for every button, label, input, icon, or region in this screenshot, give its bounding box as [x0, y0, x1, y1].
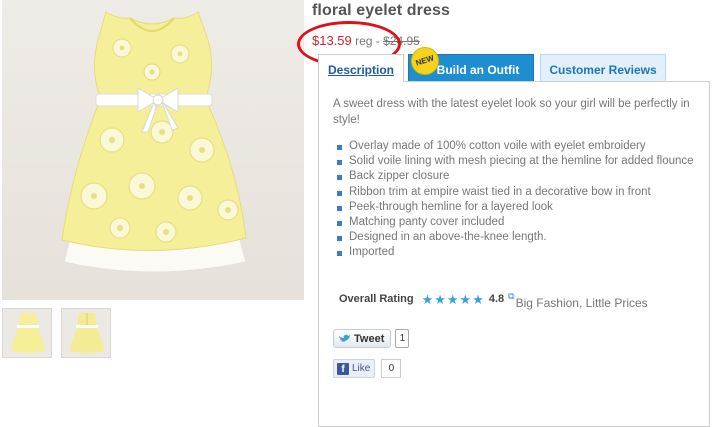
feature-text: Matching panty cover included: [349, 216, 505, 229]
overall-rating-label: Overall Rating: [339, 293, 414, 305]
list-item: Ribbon trim at empire waist tied in a de…: [333, 185, 703, 200]
list-item: Matching panty cover included: [333, 215, 703, 230]
bullet-icon: [337, 205, 342, 211]
product-main-image: [2, 0, 304, 300]
price-row: $13.59 reg - $24.95: [312, 33, 420, 48]
star-icon: ★: [472, 291, 484, 307]
bullet-icon: [337, 236, 342, 242]
tab-customer-reviews[interactable]: Customer Reviews: [540, 54, 666, 82]
bullet-icon: [337, 251, 342, 257]
thumbnail-back[interactable]: [61, 308, 111, 358]
tweet-widget: Tweet 1: [333, 329, 410, 348]
feature-list: Overlay made of 100% cotton voile with e…: [333, 139, 703, 261]
tweet-button[interactable]: Tweet: [333, 329, 392, 348]
star-icon: ★: [459, 291, 472, 307]
list-item: Peek-through hemline for a layered look: [333, 200, 703, 215]
facebook-like-widget: f Like 0: [333, 359, 402, 378]
facebook-icon: f: [337, 362, 349, 375]
bullet-icon: [337, 175, 342, 181]
list-item: Overlay made of 100% cotton voile with e…: [333, 139, 703, 154]
description-intro: A sweet dress with the latest eyelet loo…: [333, 98, 690, 126]
list-item: Imported: [333, 245, 703, 260]
sale-price: $13.59: [312, 33, 352, 48]
star-icon: ★: [421, 291, 434, 307]
twitter-bird-icon: [339, 334, 350, 342]
product-title: floral eyelet dress: [312, 2, 450, 19]
feature-text: Back zipper closure: [349, 170, 450, 183]
star-rating: ★ ★ ★ ★ ★: [422, 293, 484, 306]
feature-text: Designed in an above-the-knee length.: [349, 231, 547, 244]
feature-text: Imported: [349, 246, 395, 259]
rating-row: Overall Rating ★ ★ ★ ★ ★ 4.8 ⧉ Big Fashi…: [339, 291, 648, 311]
thumbnail-strip: [2, 308, 111, 358]
description-panel: A sweet dress with the latest eyelet loo…: [318, 81, 710, 427]
thumbnail-front[interactable]: [2, 308, 52, 358]
external-link-icon[interactable]: ⧉: [508, 291, 514, 302]
list-item: Designed in an above-the-knee length.: [333, 230, 703, 245]
bullet-icon: [337, 221, 342, 227]
like-label: Like: [352, 363, 371, 374]
bullet-icon: [337, 145, 342, 150]
feature-text: Peek-through hemline for a layered look: [349, 200, 553, 213]
tab-description[interactable]: Description: [318, 54, 404, 82]
feature-text: Solid voile lining with mesh piecing at …: [349, 155, 694, 168]
feature-text: Overlay made of 100% cotton voile with e…: [349, 140, 646, 152]
rating-value: 4.8: [488, 293, 505, 305]
like-count: 0: [381, 359, 402, 378]
list-item: Solid voile lining with mesh piecing at …: [333, 154, 703, 169]
brand-tagline: Big Fashion, Little Prices: [515, 296, 648, 310]
reg-label: reg -: [355, 34, 380, 48]
star-icon: ★: [434, 291, 446, 307]
feature-text: Ribbon trim at empire waist tied in a de…: [349, 185, 651, 198]
list-item: Back zipper closure: [333, 169, 703, 184]
like-button[interactable]: f Like: [333, 359, 376, 378]
tweet-label: Tweet: [354, 332, 385, 345]
original-price: $24.95: [383, 34, 420, 48]
bullet-icon: [337, 190, 342, 196]
star-icon: ★: [446, 291, 459, 307]
bullet-icon: [337, 160, 342, 166]
tweet-count: 1: [395, 329, 410, 348]
